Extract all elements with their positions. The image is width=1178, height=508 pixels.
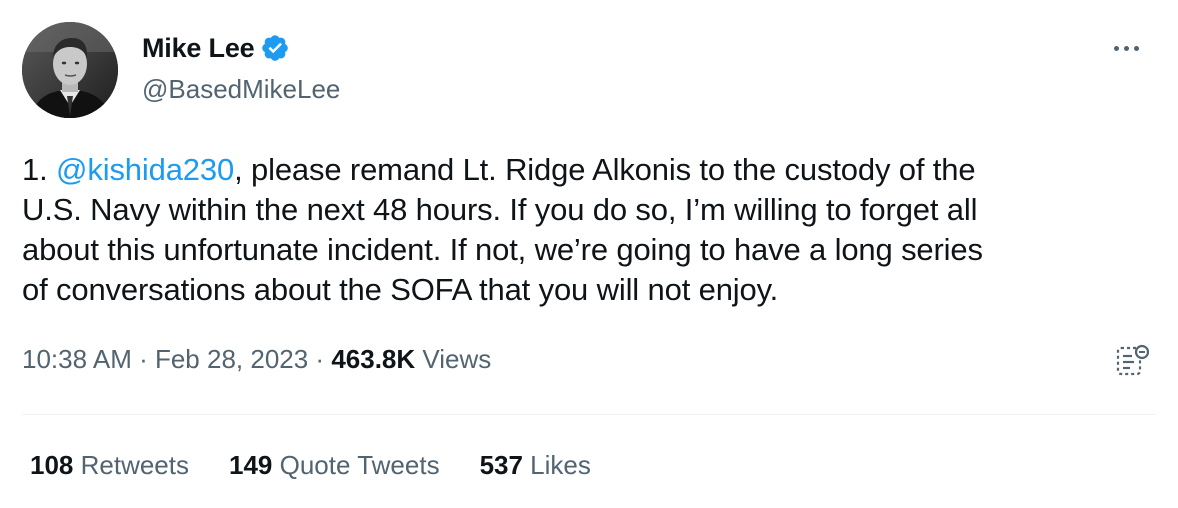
more-dot <box>1113 45 1119 51</box>
tweet-line-1: 1. @kishida230, please remand Lt. Ridge … <box>22 150 1152 190</box>
more-options-icon[interactable] <box>1104 30 1148 66</box>
avatar[interactable] <box>22 22 118 118</box>
tweet-line-1-rest: , please remand Lt. Ridge Alkonis to the… <box>234 152 976 187</box>
mention-link[interactable]: @kishida230 <box>56 152 234 187</box>
tweet-line-3: about this unfortunate incident. If not,… <box>22 232 983 267</box>
quote-tweets-stat[interactable]: 149 Quote Tweets <box>229 450 440 481</box>
views-label: Views <box>415 344 492 374</box>
quote-tweets-label: Quote Tweets <box>272 450 440 480</box>
analytics-icon[interactable] <box>1112 340 1152 380</box>
likes-stat[interactable]: 537 Likes <box>480 450 591 481</box>
retweets-stat[interactable]: 108 Retweets <box>30 450 189 481</box>
verified-badge-icon[interactable] <box>260 33 290 63</box>
engagement-stats: 108 Retweets 149 Quote Tweets 537 Likes <box>30 450 631 481</box>
likes-count: 537 <box>479 450 523 480</box>
more-dot <box>1123 45 1129 51</box>
name-row: Mike Lee <box>142 30 340 66</box>
display-name[interactable]: Mike Lee <box>142 33 255 64</box>
tweet-date[interactable]: Feb 28, 2023 <box>155 344 308 375</box>
retweets-label: Retweets <box>73 450 189 480</box>
tweet-meta: 10:38 AM · Feb 28, 2023 · 463.8K Views <box>22 344 491 375</box>
author-handle[interactable]: @BasedMikeLee <box>142 74 340 105</box>
tweet-card: Mike Lee @BasedMikeLee 1. @kishida230, p… <box>0 0 1178 508</box>
views-count: 463.8K <box>331 344 416 374</box>
meta-separator: · <box>131 344 155 374</box>
tweet-text: 1. @kishida230, please remand Lt. Ridge … <box>22 150 1152 310</box>
meta-separator: · <box>308 344 332 374</box>
author-block: Mike Lee @BasedMikeLee <box>142 30 340 105</box>
divider <box>22 414 1156 415</box>
more-dot <box>1133 45 1139 51</box>
avatar-photo <box>22 22 118 118</box>
tweet-prefix: 1. <box>22 152 57 187</box>
retweets-count: 108 <box>30 450 74 480</box>
tweet-line-4: of conversations about the SOFA that you… <box>22 272 779 307</box>
tweet-time[interactable]: 10:38 AM <box>22 344 132 375</box>
likes-label: Likes <box>522 450 591 480</box>
tweet-line-2: U.S. Navy within the next 48 hours. If y… <box>22 192 978 227</box>
quote-tweets-count: 149 <box>229 450 273 480</box>
